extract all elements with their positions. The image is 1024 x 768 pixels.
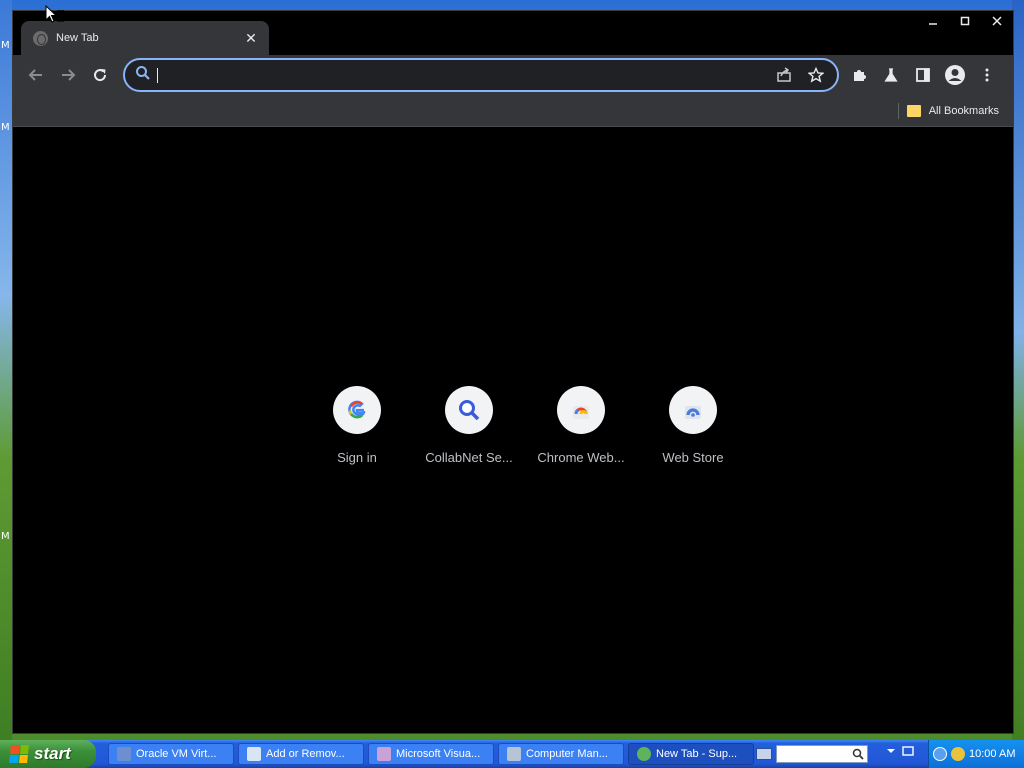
- add-remove-programs-icon: [247, 747, 261, 761]
- minimize-icon[interactable]: [917, 11, 949, 31]
- start-label: start: [34, 744, 71, 763]
- computer-management-icon: [507, 747, 521, 761]
- bookmarks-separator: [898, 103, 899, 119]
- taskbar-item-label: Computer Man...: [526, 748, 608, 760]
- toolbar: [13, 55, 1013, 95]
- shortcut-web-store[interactable]: Web Store: [637, 384, 749, 480]
- bookmarks-bar: All Bookmarks: [13, 95, 1013, 127]
- flask-icon[interactable]: [875, 59, 907, 91]
- taskbar-item-virtualbox[interactable]: Oracle VM Virt...: [108, 743, 234, 765]
- tab-title: New Tab: [56, 32, 99, 44]
- chrome-web-store-icon: [557, 386, 605, 434]
- all-bookmarks-button[interactable]: All Bookmarks: [906, 101, 999, 121]
- address-input[interactable]: [158, 60, 771, 90]
- globe-icon: [33, 30, 48, 46]
- close-icon[interactable]: ✕: [243, 30, 259, 47]
- maximize-icon[interactable]: [949, 11, 981, 31]
- clock: 10:00 AM: [969, 748, 1016, 760]
- arrow-right-icon[interactable]: [52, 59, 84, 91]
- virtualbox-icon: [117, 747, 131, 761]
- desktop-icon-label: M: [1, 531, 10, 542]
- side-panel-icon[interactable]: [907, 59, 939, 91]
- chrome-window: New Tab ✕ All Bookmarks Sign in CollabNe…: [12, 10, 1014, 734]
- google-g-icon: [333, 386, 381, 434]
- shortcut-label: Chrome Web...: [537, 450, 625, 465]
- puzzle-icon[interactable]: [843, 59, 875, 91]
- shortcut-tiles: Sign in CollabNet Se... Chrome Web... We…: [301, 384, 749, 480]
- taskbar-item-visual-studio[interactable]: Microsoft Visua...: [368, 743, 494, 765]
- all-bookmarks-label: All Bookmarks: [928, 105, 999, 117]
- taskbar-item-chrome[interactable]: New Tab - Sup...: [628, 743, 754, 765]
- visual-studio-icon: [377, 747, 391, 761]
- close-icon[interactable]: [981, 11, 1013, 31]
- taskbar-item-computer-management[interactable]: Computer Man...: [498, 743, 624, 765]
- new-tab-page: Sign in CollabNet Se... Chrome Web... We…: [13, 128, 1013, 733]
- shortcut-label: Web Store: [662, 450, 724, 465]
- taskbar-item-add-remove[interactable]: Add or Remov...: [238, 743, 364, 765]
- taskbar-items: Oracle VM Virt... Add or Remov... Micros…: [108, 743, 754, 765]
- reload-icon[interactable]: [84, 59, 116, 91]
- shortcut-label: CollabNet Se...: [425, 450, 513, 465]
- desktop-icon-label: M: [1, 122, 10, 133]
- window-controls: [917, 11, 1013, 31]
- arrow-left-icon[interactable]: [20, 59, 52, 91]
- omnibox[interactable]: [123, 58, 839, 92]
- shortcut-chrome-web-store[interactable]: Chrome Web...: [525, 384, 637, 480]
- dropdown-arrow-icon[interactable]: [886, 746, 896, 756]
- folder-icon: [906, 105, 921, 117]
- taskbar-item-label: Oracle VM Virt...: [136, 748, 217, 760]
- tray-misc: [886, 745, 914, 757]
- busy-cursor-icon: [45, 5, 64, 23]
- desktop-left-strip: M M M: [0, 0, 12, 740]
- start-button[interactable]: start: [0, 740, 96, 768]
- taskbar-item-label: New Tab - Sup...: [656, 748, 738, 760]
- taskbar-search: [756, 743, 884, 765]
- search-icon: [135, 65, 151, 86]
- search-magnifier-icon: [445, 386, 493, 434]
- shortcut-collabnet[interactable]: CollabNet Se...: [413, 384, 525, 480]
- web-store-icon: [669, 386, 717, 434]
- share-icon[interactable]: [771, 62, 797, 88]
- search-icon: [852, 748, 864, 760]
- avatar-icon[interactable]: [939, 59, 971, 91]
- star-icon[interactable]: [803, 62, 829, 88]
- windows-taskbar: start Oracle VM Virt... Add or Remov... …: [0, 740, 1024, 768]
- show-desktop-icon[interactable]: [902, 745, 914, 757]
- keyboard-icon: [756, 748, 772, 760]
- desktop-icon-label: M: [1, 40, 10, 51]
- taskbar-search-input[interactable]: [776, 745, 868, 763]
- windows-logo-icon: [9, 745, 29, 763]
- chrome-icon: [637, 747, 651, 761]
- shortcut-sign-in[interactable]: Sign in: [301, 384, 413, 480]
- tray-expand-icon[interactable]: [933, 747, 947, 761]
- title-bar: New Tab ✕: [13, 11, 1013, 55]
- taskbar-item-label: Add or Remov...: [266, 748, 345, 760]
- kebab-menu-icon[interactable]: [971, 59, 1003, 91]
- shortcut-label: Sign in: [337, 450, 377, 465]
- tray-app-icon[interactable]: [951, 747, 965, 761]
- system-tray: 10:00 AM: [928, 740, 1024, 768]
- taskbar-item-label: Microsoft Visua...: [396, 748, 481, 760]
